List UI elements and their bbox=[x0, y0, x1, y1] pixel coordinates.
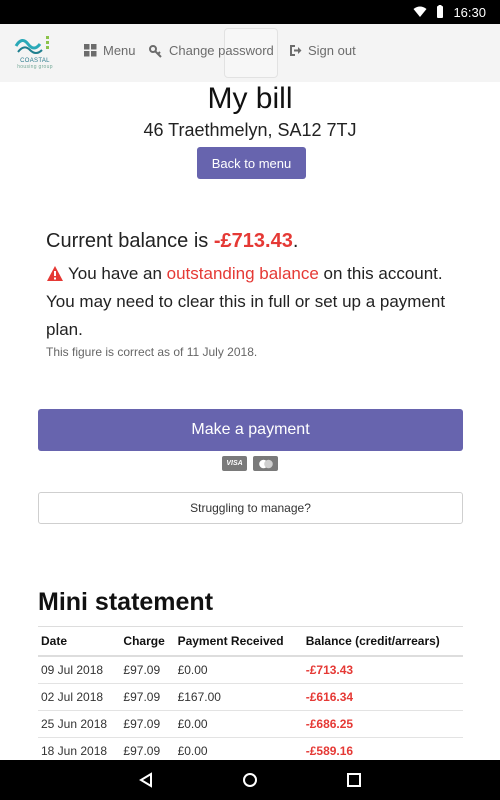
property-address: 46 Traethmelyn, SA12 7TJ bbox=[143, 120, 357, 140]
row-balance: -£616.34 bbox=[302, 683, 463, 711]
row-date: 09 Jul 2018 bbox=[38, 655, 121, 684]
table-row: 25 Jun 2018 £97.09 £0.00 -£686.25 bbox=[38, 710, 463, 738]
nav-menu-link[interactable]: Menu bbox=[84, 43, 136, 58]
accepted-cards: VISA bbox=[222, 456, 278, 471]
table-row: 09 Jul 2018 £97.09 £0.00 -£713.43 bbox=[38, 655, 463, 684]
key-icon bbox=[149, 44, 162, 58]
status-time: 16:30 bbox=[453, 4, 486, 20]
status-bar: 16:30 bbox=[0, 0, 500, 24]
make-payment-button[interactable]: Make a payment bbox=[38, 409, 463, 451]
warning-highlight: outstanding balance bbox=[166, 264, 319, 283]
coastal-logo[interactable]: COASTAL housing group bbox=[12, 32, 58, 74]
recents-square-icon[interactable] bbox=[346, 772, 362, 788]
back-to-menu-button[interactable]: Back to menu bbox=[197, 147, 306, 179]
mini-statement-title: Mini statement bbox=[38, 588, 214, 616]
nav-sign-out-link[interactable]: Sign out bbox=[289, 43, 356, 58]
wave-logo-icon bbox=[14, 36, 49, 54]
wifi-icon bbox=[413, 6, 427, 17]
current-balance: Current balance is -£713.43. bbox=[46, 230, 298, 253]
visa-icon: VISA bbox=[222, 456, 247, 471]
top-navbar: COASTAL housing group Menu Change passwo… bbox=[0, 24, 500, 82]
back-triangle-icon[interactable] bbox=[138, 772, 154, 788]
mini-statement-table: Date Charge Payment Received Balance (cr… bbox=[38, 626, 463, 765]
column-header-charge: Charge bbox=[120, 626, 175, 657]
warning-text-pre: You have an bbox=[68, 264, 167, 283]
balance-prefix: Current balance is bbox=[46, 230, 214, 252]
row-charge: £97.09 bbox=[120, 683, 175, 711]
balance-suffix: . bbox=[292, 230, 299, 252]
column-header-date: Date bbox=[38, 626, 121, 657]
row-payment: £0.00 bbox=[174, 655, 303, 684]
nav-sign-out-label: Sign out bbox=[308, 43, 356, 58]
table-header-row: Date Charge Payment Received Balance (cr… bbox=[38, 626, 463, 657]
row-payment: £0.00 bbox=[174, 710, 303, 738]
row-charge: £97.09 bbox=[120, 655, 175, 684]
warning-icon bbox=[47, 266, 63, 281]
outstanding-warning: You have an outstanding balance on this … bbox=[46, 260, 456, 344]
logo-wordmark: COASTAL housing group bbox=[17, 58, 53, 70]
page-title: My bill bbox=[207, 82, 293, 115]
nav-change-password-label: Change password bbox=[169, 43, 274, 58]
table-row: 02 Jul 2018 £97.09 £167.00 -£616.34 bbox=[38, 683, 463, 711]
column-header-balance: Balance (credit/arrears) bbox=[302, 626, 463, 657]
mastercard-icon bbox=[253, 456, 278, 471]
row-payment: £167.00 bbox=[174, 683, 303, 711]
system-nav-bar bbox=[0, 760, 500, 800]
struggling-to-manage-button[interactable]: Struggling to manage? bbox=[38, 492, 463, 524]
row-date: 02 Jul 2018 bbox=[38, 683, 121, 711]
nav-change-password-link[interactable]: Change password bbox=[149, 43, 274, 58]
sign-out-icon bbox=[290, 45, 302, 56]
grid-icon bbox=[84, 44, 97, 57]
row-balance: -£686.25 bbox=[302, 710, 463, 738]
row-balance: -£713.43 bbox=[302, 655, 463, 684]
balance-amount: -£713.43 bbox=[213, 230, 293, 252]
nav-menu-label: Menu bbox=[103, 43, 136, 58]
balance-as-of-note: This figure is correct as of 11 July 201… bbox=[46, 345, 258, 359]
battery-icon bbox=[437, 5, 444, 18]
column-header-payment: Payment Received bbox=[174, 626, 303, 657]
row-date: 25 Jun 2018 bbox=[38, 710, 121, 738]
home-circle-icon[interactable] bbox=[242, 772, 258, 788]
row-charge: £97.09 bbox=[120, 710, 175, 738]
